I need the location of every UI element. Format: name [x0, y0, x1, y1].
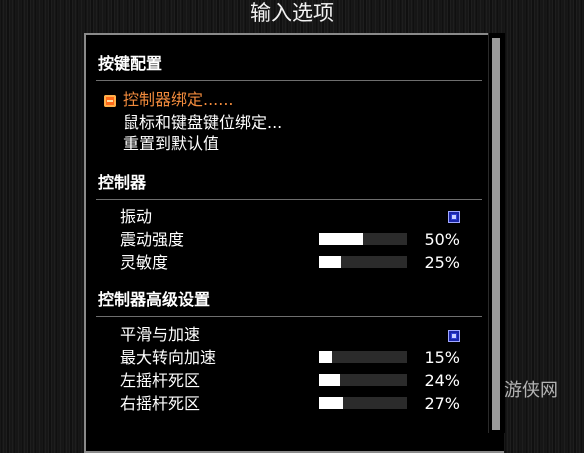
- smoothing-label: 平滑与加速: [120, 325, 201, 344]
- page-title: 输入选项: [250, 1, 334, 25]
- smoothing-checkbox[interactable]: [448, 330, 460, 342]
- sensitivity-value: 25%: [424, 253, 460, 272]
- left-deadzone-value: 24%: [424, 371, 460, 390]
- sensitivity-slider[interactable]: [319, 256, 407, 268]
- section-header-advanced: 控制器高级设置: [98, 290, 211, 309]
- max-turn-accel-value: 15%: [424, 348, 460, 367]
- vibration-strength-slider[interactable]: [319, 233, 407, 245]
- section-divider: [96, 316, 482, 317]
- vibration-strength-label: 震动强度: [120, 230, 185, 249]
- slider-fill: [319, 397, 343, 409]
- sensitivity-label: 灵敏度: [120, 253, 169, 272]
- vibration-strength-value: 50%: [424, 230, 460, 249]
- scrollbar-thumb[interactable]: [492, 38, 500, 430]
- slider-fill: [319, 233, 363, 245]
- max-turn-accel-slider[interactable]: [319, 351, 407, 363]
- slider-fill: [319, 374, 341, 386]
- mouse-keyboard-binding-button[interactable]: 鼠标和键盘键位绑定...: [123, 113, 282, 133]
- section-header-controller: 控制器: [98, 173, 147, 192]
- right-deadzone-label: 右摇杆死区: [120, 394, 201, 413]
- slider-fill: [319, 351, 333, 363]
- vibration-label: 振动: [120, 207, 153, 226]
- right-deadzone-slider[interactable]: [319, 397, 407, 409]
- selection-cursor-icon: [104, 95, 116, 107]
- section-divider: [96, 199, 482, 200]
- left-deadzone-slider[interactable]: [319, 374, 407, 386]
- vibration-checkbox[interactable]: [448, 211, 460, 223]
- reset-defaults-button[interactable]: 重置到默认值: [123, 134, 219, 154]
- left-deadzone-label: 左摇杆死区: [120, 371, 201, 390]
- section-header-keybinds: 按键配置: [98, 54, 163, 73]
- right-deadzone-value: 27%: [424, 394, 460, 413]
- controller-binding-button[interactable]: 控制器绑定......: [123, 90, 234, 110]
- watermark-logo: 游侠网: [504, 380, 558, 401]
- slider-fill: [319, 256, 341, 268]
- max-turn-accel-label: 最大转向加速: [120, 348, 217, 367]
- section-divider: [96, 80, 482, 81]
